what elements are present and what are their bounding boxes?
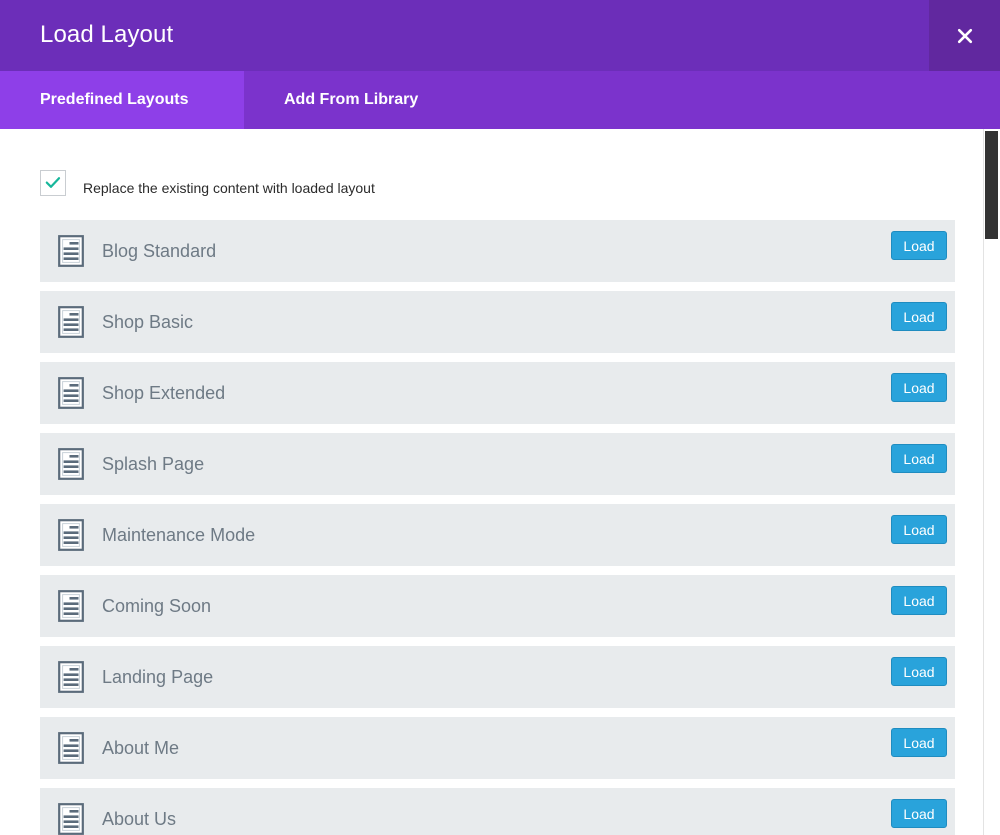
- load-button[interactable]: Load: [891, 373, 947, 402]
- document-lines-icon: [58, 661, 84, 693]
- layout-row[interactable]: Landing Page Load: [40, 646, 955, 708]
- tab-add-from-library[interactable]: Add From Library: [244, 71, 418, 129]
- layout-row-label: Shop Extended: [102, 383, 225, 404]
- close-icon: [956, 27, 974, 45]
- tab-bar: Predefined Layouts Add From Library: [0, 71, 1000, 129]
- close-button[interactable]: [929, 0, 1000, 71]
- document-lines-icon: [58, 732, 84, 764]
- document-lines-icon: [58, 590, 84, 622]
- load-button[interactable]: Load: [891, 302, 947, 331]
- document-lines-icon: [58, 448, 84, 480]
- layout-row[interactable]: About Us Load: [40, 788, 955, 835]
- tab-add-from-library-label: Add From Library: [284, 91, 418, 109]
- layout-row-label: About Us: [102, 809, 176, 830]
- load-button[interactable]: Load: [891, 515, 947, 544]
- layout-row[interactable]: Shop Extended Load: [40, 362, 955, 424]
- document-lines-icon: [58, 235, 84, 267]
- document-lines-icon: [58, 803, 84, 835]
- layout-row[interactable]: Maintenance Mode Load: [40, 504, 955, 566]
- layout-row-label: Shop Basic: [102, 312, 193, 333]
- document-lines-icon: [58, 519, 84, 551]
- modal-body: Replace the existing content with loaded…: [0, 129, 1000, 835]
- load-button[interactable]: Load: [891, 657, 947, 686]
- layout-row-label: Maintenance Mode: [102, 525, 255, 546]
- replace-content-label: Replace the existing content with loaded…: [83, 175, 375, 201]
- layout-row[interactable]: Coming Soon Load: [40, 575, 955, 637]
- layout-row-label: Coming Soon: [102, 596, 211, 617]
- load-button[interactable]: Load: [891, 586, 947, 615]
- replace-content-checkbox[interactable]: [40, 170, 66, 196]
- layout-row[interactable]: Blog Standard Load: [40, 220, 955, 282]
- load-layout-modal: Load Layout Predefined Layouts Add From …: [0, 0, 1000, 835]
- check-icon: [45, 176, 61, 190]
- layout-row[interactable]: Splash Page Load: [40, 433, 955, 495]
- layout-row-label: Splash Page: [102, 454, 204, 475]
- tab-predefined-layouts-label: Predefined Layouts: [40, 91, 188, 109]
- load-button[interactable]: Load: [891, 231, 947, 260]
- modal-header: Load Layout: [0, 0, 1000, 71]
- tab-predefined-layouts[interactable]: Predefined Layouts: [0, 71, 244, 129]
- load-button[interactable]: Load: [891, 444, 947, 473]
- vertical-scrollbar-track[interactable]: [983, 129, 1000, 835]
- layout-row-label: Landing Page: [102, 667, 213, 688]
- layout-row-label: Blog Standard: [102, 241, 216, 262]
- page-title: Load Layout: [40, 19, 173, 51]
- layout-list: Blog StandardLoadShop BasicLoadShop Exte…: [40, 220, 955, 835]
- load-button[interactable]: Load: [891, 799, 947, 828]
- vertical-scrollbar-thumb[interactable]: [985, 131, 998, 239]
- load-button[interactable]: Load: [891, 728, 947, 757]
- layout-row[interactable]: Shop Basic Load: [40, 291, 955, 353]
- replace-content-option: Replace the existing content with loaded…: [40, 170, 375, 196]
- layout-row-label: About Me: [102, 738, 179, 759]
- layout-row[interactable]: About Me Load: [40, 717, 955, 779]
- document-lines-icon: [58, 377, 84, 409]
- document-lines-icon: [58, 306, 84, 338]
